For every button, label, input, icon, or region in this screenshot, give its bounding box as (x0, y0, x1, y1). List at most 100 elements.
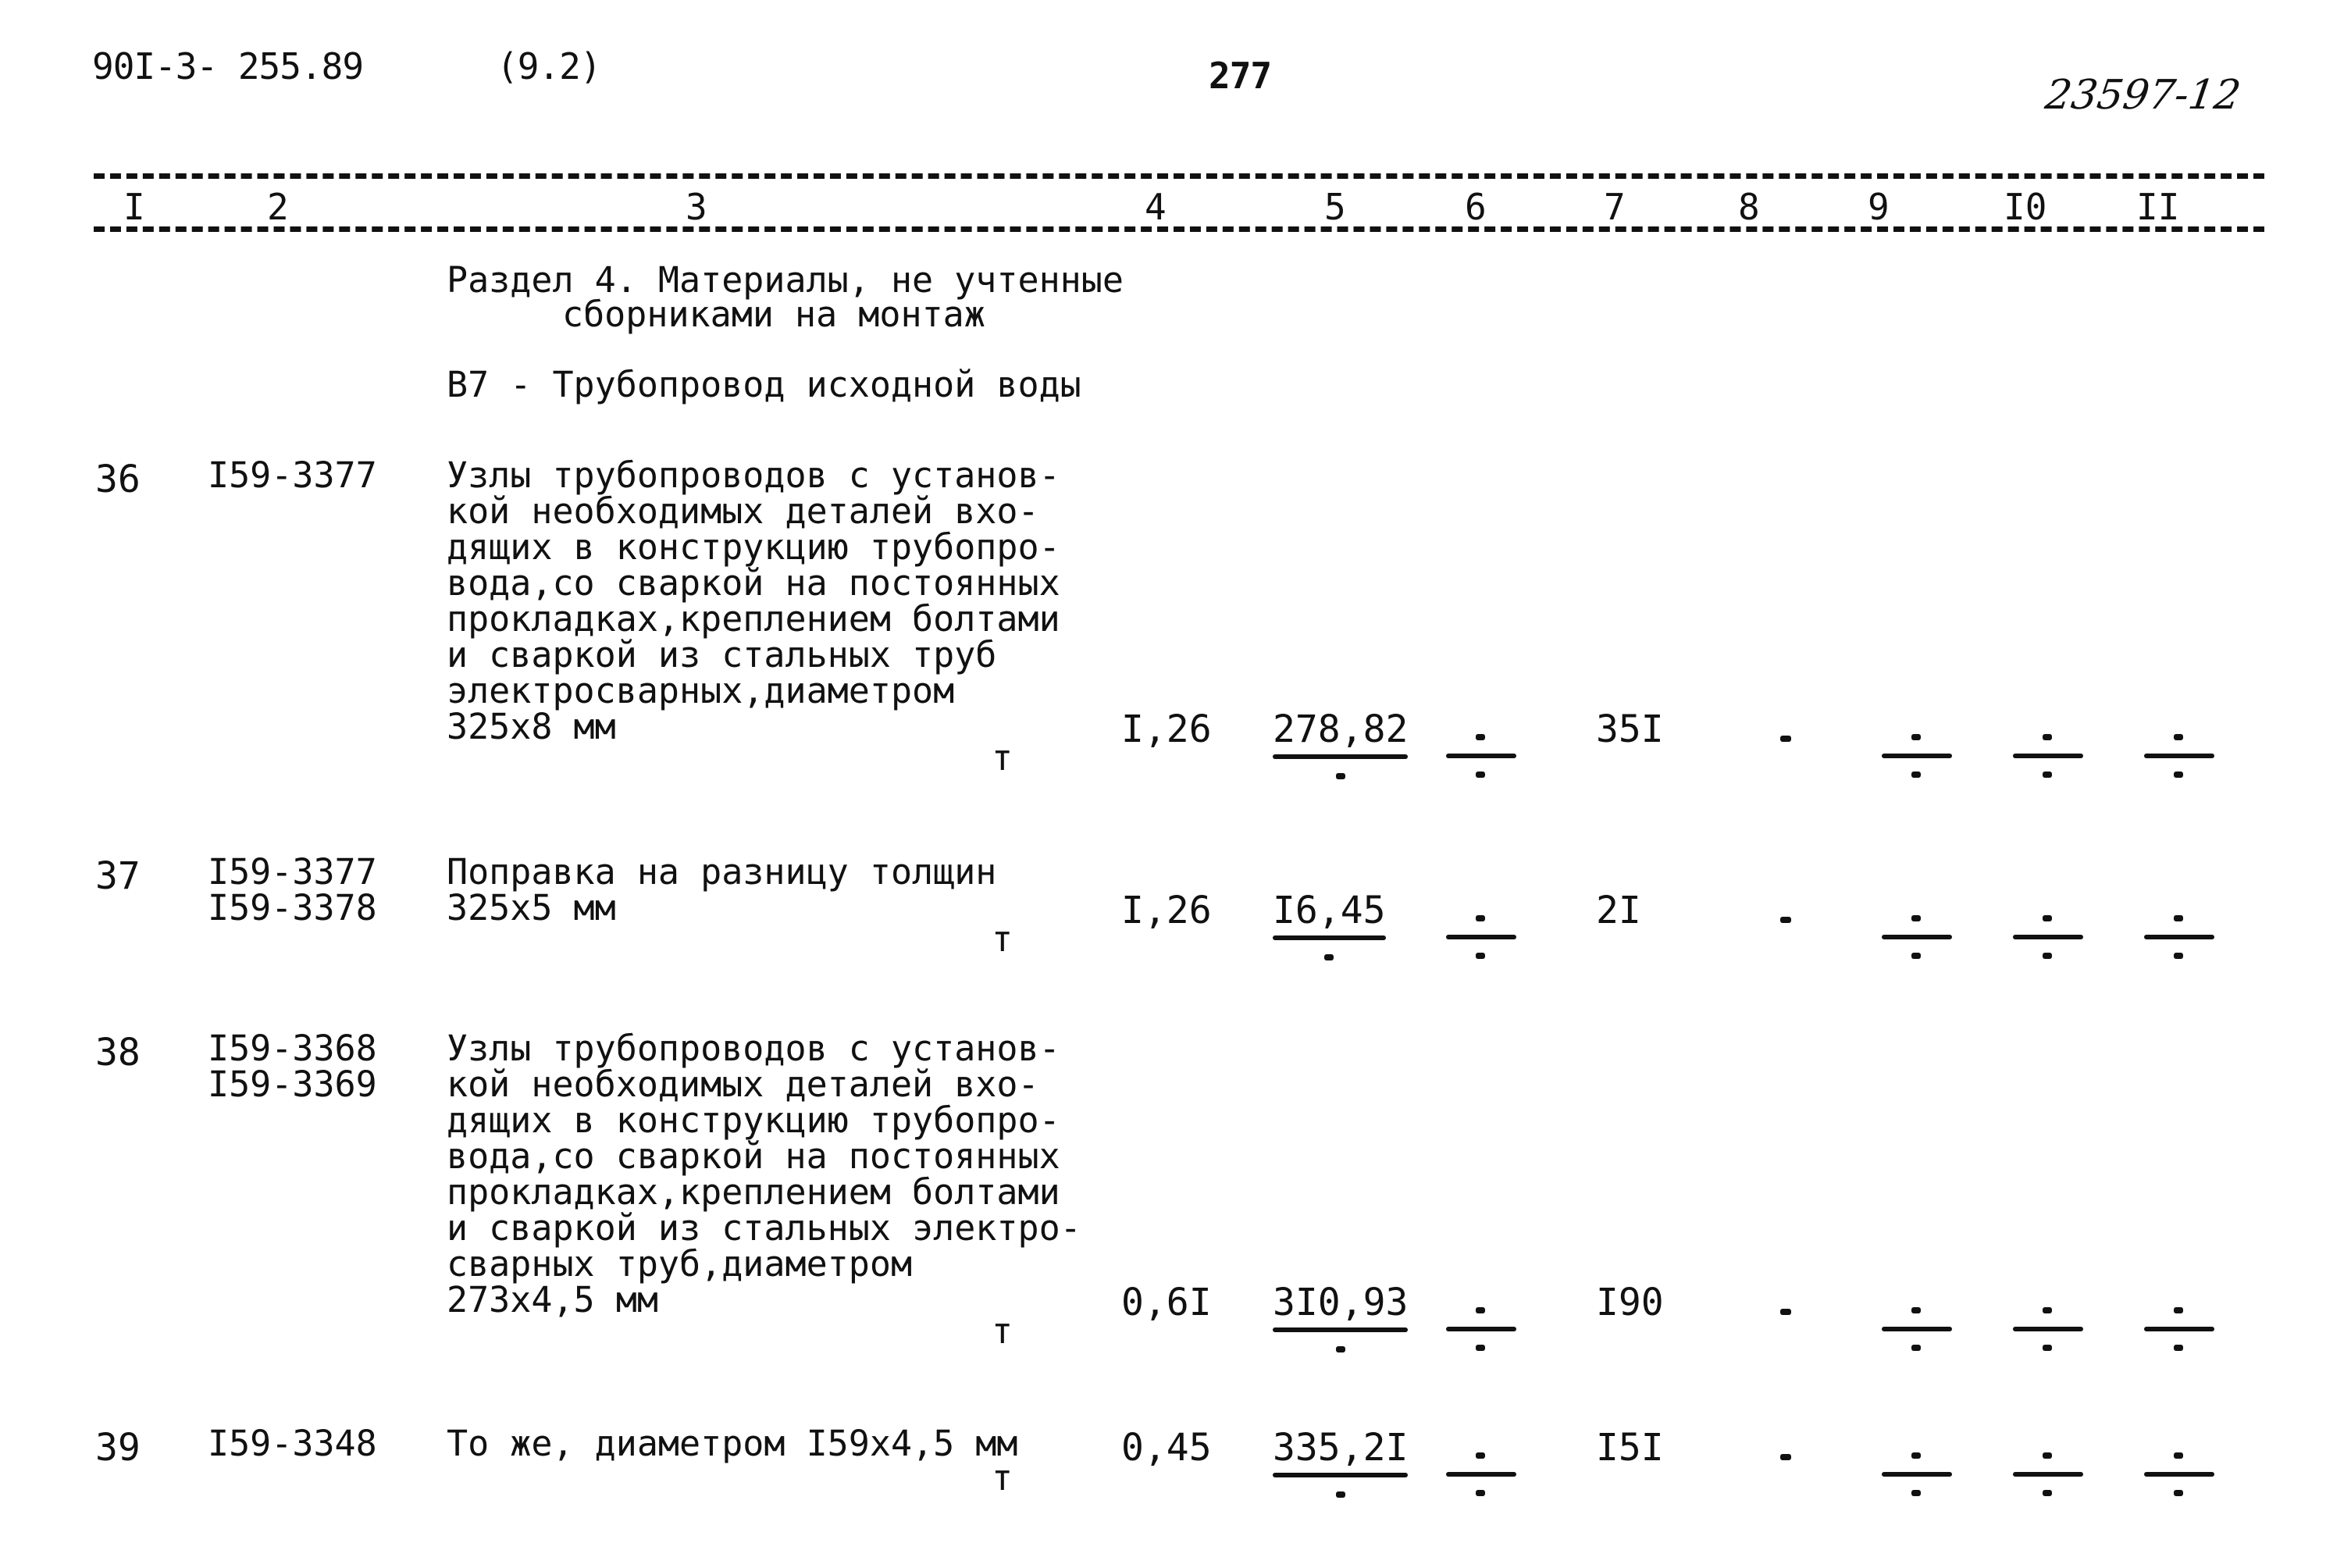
column-8-dash (1780, 1309, 1791, 1315)
column-11-fraction (2144, 1452, 2214, 1507)
header-bottom-rule (94, 226, 2264, 232)
price-code: I59-3368 (208, 1028, 377, 1069)
fraction-denominator-dash (1911, 772, 1921, 778)
column-8-dash (1780, 1454, 1791, 1460)
column-10-fraction (2013, 915, 2083, 970)
fraction-bar (1446, 1327, 1516, 1331)
fraction-bar (1882, 754, 1952, 758)
unit-price-denominator-dash (1335, 1346, 1345, 1352)
unit-price-value: I6,45 (1273, 889, 1386, 932)
fraction-bar (1446, 1472, 1516, 1477)
description-line: Поправка на разницу толщин (447, 851, 997, 893)
description-line: и сваркой из стальных электро- (447, 1207, 1081, 1249)
fraction-bar (2144, 1472, 2214, 1477)
unit-price-denominator-dash (1335, 773, 1345, 779)
section-title-continued: сборниками на монтаж (562, 294, 985, 335)
description-line: электросварных,диаметром (447, 670, 955, 711)
column-header-10: I0 (2004, 186, 2047, 228)
quantity-value: 0,6I (1121, 1281, 1212, 1324)
column-10-fraction (2013, 734, 2083, 789)
fraction-bar (1882, 1327, 1952, 1331)
description-line: прокладках,креплением болтами (447, 598, 1060, 640)
fraction-numerator-dash (2174, 915, 2183, 921)
fraction-numerator-dash (1911, 734, 1921, 740)
description-line: вода,со сваркой на постоянных (447, 1135, 1060, 1177)
fraction-numerator-dash (2174, 734, 2183, 740)
fraction-numerator-dash (2043, 1452, 2052, 1459)
description-line: 325х5 мм (447, 887, 616, 928)
header-top-rule (94, 173, 2264, 179)
unit-price-denominator-dash (1335, 1491, 1345, 1498)
page-number: 277 (1209, 55, 1272, 97)
column-header-8: 8 (1738, 186, 1760, 228)
fraction-numerator-dash (1911, 915, 1921, 921)
row-number: 36 (95, 458, 141, 501)
fraction-numerator-dash (2043, 1307, 2052, 1313)
description-line: и сваркой из стальных труб (447, 634, 997, 675)
total-value: 2I (1596, 889, 1641, 932)
fraction-numerator-dash (2043, 734, 2052, 740)
column-6-fraction (1446, 915, 1516, 970)
fraction-numerator-dash (1911, 1307, 1921, 1313)
fraction-bar (2013, 754, 2083, 758)
fraction-numerator-dash (2174, 1452, 2183, 1459)
description-line: Узлы трубопроводов с установ- (447, 1028, 1060, 1069)
document-code: 90I-3- 255.89 (92, 45, 364, 87)
fraction-bar (2013, 1327, 2083, 1331)
fraction-numerator-dash (1476, 915, 1485, 921)
description-line: То же, диаметром I59х4,5 мм (447, 1423, 1018, 1464)
fraction-denominator-dash (1476, 1490, 1485, 1496)
column-9-fraction (1882, 1307, 1952, 1362)
column-header-2: 2 (267, 186, 289, 228)
quantity-value: I,26 (1121, 707, 1212, 751)
fraction-numerator-dash (1476, 1452, 1485, 1459)
unit-price-value: 3I0,93 (1273, 1281, 1409, 1324)
row-number: 38 (95, 1031, 141, 1074)
fraction-denominator-dash (1911, 1345, 1921, 1351)
column-6-fraction (1446, 1452, 1516, 1507)
unit-price-value: 278,82 (1273, 707, 1409, 751)
fraction-bar (2144, 1327, 2214, 1331)
description-line: 273х4,5 мм (447, 1279, 658, 1320)
column-10-fraction (2013, 1452, 2083, 1507)
description-line: дящих в конструкцию трубопро- (447, 526, 1060, 568)
price-code: I59-3377 (208, 851, 377, 893)
unit-price-fraction: 335,2I (1273, 1426, 1409, 1498)
price-code: I59-3369 (208, 1064, 377, 1105)
column-header-5: 5 (1324, 186, 1346, 228)
column-11-fraction (2144, 734, 2214, 789)
column-header-11: II (2136, 186, 2180, 228)
unit-label: т (992, 737, 1013, 779)
column-9-fraction (1882, 915, 1952, 970)
fraction-denominator-dash (2174, 953, 2183, 959)
fraction-denominator-dash (2043, 1345, 2052, 1351)
row-number: 37 (95, 854, 141, 898)
description-line: сварных труб,диаметром (447, 1243, 913, 1285)
fraction-denominator-dash (1911, 953, 1921, 959)
fraction-denominator-dash (2174, 1490, 2183, 1496)
unit-label: т (992, 1310, 1013, 1352)
column-11-fraction (2144, 915, 2214, 970)
total-value: 35I (1596, 707, 1664, 751)
fraction-denominator-dash (1911, 1490, 1921, 1496)
unit-label: т (992, 1457, 1013, 1499)
price-code: I59-3348 (208, 1423, 377, 1464)
unit-price-value: 335,2I (1273, 1426, 1409, 1470)
description-line: кой необходимых деталей вхо- (447, 1064, 1039, 1105)
fraction-denominator-dash (2043, 1490, 2052, 1496)
unit-price-fraction: I6,45 (1273, 889, 1386, 960)
fraction-denominator-dash (2043, 953, 2052, 959)
column-header-3: 3 (686, 186, 707, 228)
column-header-6: 6 (1465, 186, 1487, 228)
column-header-9: 9 (1868, 186, 1890, 228)
fraction-numerator-dash (1911, 1452, 1921, 1459)
description-line: прокладках,креплением болтами (447, 1171, 1060, 1213)
unit-price-underline (1273, 1327, 1409, 1332)
fraction-denominator-dash (2174, 772, 2183, 778)
description-line: вода,со сваркой на постоянных (447, 562, 1060, 604)
column-11-fraction (2144, 1307, 2214, 1362)
unit-price-underline (1273, 935, 1386, 940)
price-code: I59-3377 (208, 454, 377, 496)
total-value: I90 (1596, 1281, 1664, 1324)
column-9-fraction (1882, 1452, 1952, 1507)
